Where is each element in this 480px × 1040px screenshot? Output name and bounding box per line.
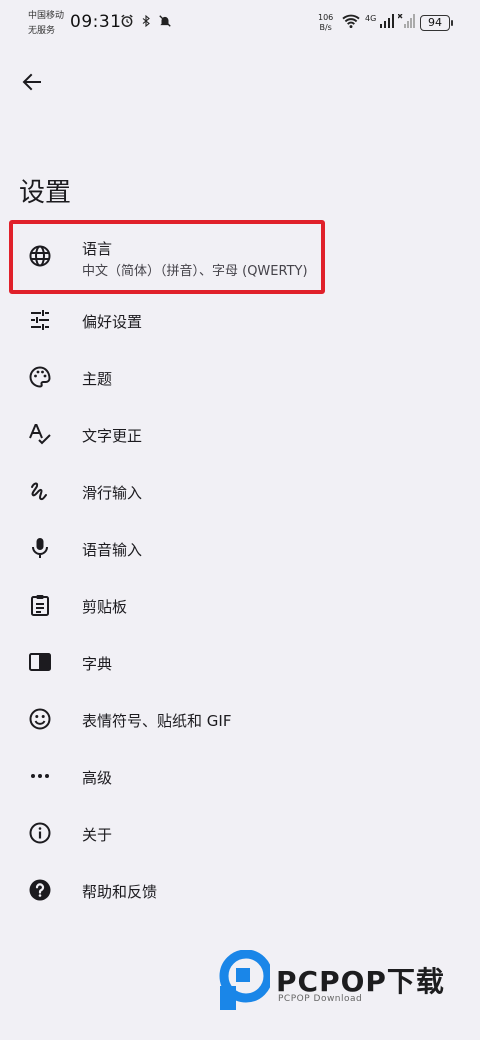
settings-item-sublabel: 中文（简体）（拼音）、字母 (QWERTY) xyxy=(82,264,308,279)
status-icons xyxy=(120,14,172,28)
globe-icon xyxy=(29,245,51,267)
settings-item-label: 文字更正 xyxy=(82,427,143,445)
settings-item-label: 帮助和反馈 xyxy=(82,883,158,901)
help-icon xyxy=(29,879,51,901)
back-arrow-icon[interactable] xyxy=(20,70,44,94)
net-speed: 106 B/s xyxy=(318,13,333,33)
settings-item-theme[interactable]: 主题 xyxy=(0,349,480,406)
gesture-icon xyxy=(31,482,47,501)
carrier-info: 中国移动 无服务 xyxy=(28,9,64,39)
palette-icon xyxy=(29,366,51,388)
dictionary-icon xyxy=(29,653,51,671)
settings-item-glide-typing[interactable]: 滑行输入 xyxy=(0,463,480,520)
info-icon xyxy=(29,822,51,844)
network-type: 4G xyxy=(365,13,377,23)
settings-item-label: 语音输入 xyxy=(82,541,143,559)
settings-item-label: 高级 xyxy=(82,769,113,787)
mic-icon xyxy=(32,538,48,558)
settings-item-help-feedback[interactable]: 帮助和反馈 xyxy=(0,862,480,919)
pcpop-logo-icon xyxy=(219,950,270,1010)
settings-item-label: 偏好设置 xyxy=(82,313,143,331)
page-title: 设置 xyxy=(19,178,72,208)
settings-item-label: 表情符号、贴纸和 GIF xyxy=(82,712,232,730)
emoji-icon xyxy=(29,708,51,730)
settings-item-label: 剪贴板 xyxy=(82,598,128,616)
spellcheck-icon xyxy=(29,424,51,445)
settings-item-text-correction[interactable]: 文字更正 xyxy=(0,406,480,463)
more-horiz-icon xyxy=(31,774,49,778)
settings-item-emoji[interactable]: 表情符号、贴纸和 GIF xyxy=(0,691,480,748)
clock: 09:31 xyxy=(70,12,122,32)
mute-bell-icon xyxy=(159,15,171,27)
settings-item-voice-input[interactable]: 语音输入 xyxy=(0,520,480,577)
settings-item-advanced[interactable]: 高级 xyxy=(0,748,480,805)
watermark: PCPOP下载 PCPOP Download xyxy=(218,950,468,1014)
battery-indicator: 94 xyxy=(420,15,453,31)
tune-icon xyxy=(31,310,49,330)
settings-item-label: 语言 xyxy=(82,240,113,258)
settings-item-about[interactable]: 关于 xyxy=(0,805,480,862)
signal-group: 4G xyxy=(341,13,416,29)
net-speed-value: 106 xyxy=(318,13,334,22)
status-bar: 中国移动 无服务 09:31 106 B/s 4G 94 xyxy=(0,0,480,44)
settings-item-label: 字典 xyxy=(82,655,113,673)
signal-icon xyxy=(380,14,395,28)
settings-item-label: 滑行输入 xyxy=(82,484,143,502)
alarm-icon xyxy=(121,14,133,27)
settings-item-dictionary[interactable]: 字典 xyxy=(0,634,480,691)
settings-item-preferences[interactable]: 偏好设置 xyxy=(0,292,480,349)
carrier-name: 中国移动 xyxy=(28,11,65,21)
settings-item-clipboard[interactable]: 剪贴板 xyxy=(0,577,480,634)
settings-item-language[interactable]: 语言 中文（简体）（拼音）、字母 (QWERTY) xyxy=(0,224,480,292)
net-speed-unit: B/s xyxy=(319,23,332,32)
carrier-status: 无服务 xyxy=(28,26,56,36)
settings-list: 语言 中文（简体）（拼音）、字母 (QWERTY) 偏好设置 主题 文字更正 滑… xyxy=(0,224,480,919)
settings-item-label: 主题 xyxy=(82,370,113,388)
settings-item-label: 关于 xyxy=(82,826,113,844)
signal-no-service-icon xyxy=(398,14,416,28)
watermark-subtext: PCPOP Download xyxy=(278,994,363,1004)
wifi-icon xyxy=(342,14,360,29)
clipboard-icon xyxy=(31,595,49,616)
bluetooth-icon xyxy=(142,14,150,28)
